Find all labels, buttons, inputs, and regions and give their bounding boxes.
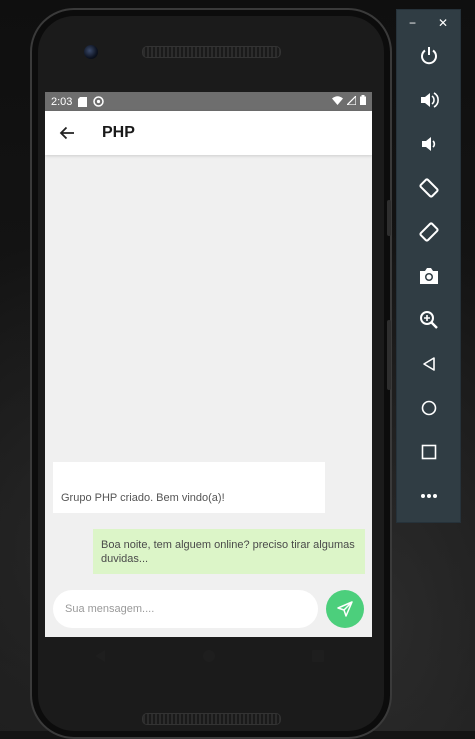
- battery-icon: [360, 95, 366, 108]
- volume-up-button[interactable]: [397, 82, 460, 118]
- rotate-left-button[interactable]: [397, 170, 460, 206]
- square-overview-icon: [311, 650, 324, 662]
- overview-icon: [421, 444, 436, 460]
- status-bar: 2:03: [45, 92, 372, 111]
- message-composer: [53, 590, 318, 628]
- message-outgoing: Boa noite, tem alguem online? preciso ti…: [93, 529, 365, 574]
- rotate-right-icon: [418, 222, 439, 242]
- rotate-left-icon: [418, 178, 439, 198]
- arrow-left-icon: [59, 126, 74, 140]
- front-camera: [84, 45, 98, 59]
- circle-home-icon: [202, 650, 215, 662]
- message-input[interactable]: [63, 602, 307, 616]
- phone-screen: 2:03 PHP Grupo PHP criado. Bem vindo(a)!…: [45, 92, 372, 637]
- home-nav-button[interactable]: [397, 390, 460, 426]
- sd-card-icon: [78, 96, 88, 107]
- overview-nav-button[interactable]: [397, 434, 460, 470]
- page-title: PHP: [102, 124, 135, 141]
- emulator-toolbar: − ✕: [396, 9, 461, 523]
- nav-home-button[interactable]: [179, 649, 239, 663]
- volume-down-button[interactable]: [397, 126, 460, 162]
- power-button[interactable]: [397, 38, 460, 74]
- home-icon: [421, 400, 436, 416]
- volume-up-icon: [420, 92, 439, 108]
- back-nav-button[interactable]: [397, 346, 460, 382]
- zoom-button[interactable]: [397, 302, 460, 338]
- nav-overview-button[interactable]: [288, 649, 348, 663]
- android-nav-bar: [45, 637, 372, 675]
- close-button[interactable]: ✕: [438, 16, 448, 36]
- nav-back-button[interactable]: [70, 649, 130, 663]
- phone-side-button: [387, 200, 391, 236]
- minimize-button[interactable]: −: [409, 16, 416, 36]
- wifi-icon: [332, 95, 343, 108]
- power-icon: [420, 47, 437, 65]
- send-icon: [337, 601, 353, 617]
- signal-icon: [345, 94, 357, 108]
- top-speaker: [142, 46, 281, 58]
- status-time: 2:03: [51, 95, 73, 108]
- screenshot-button[interactable]: [397, 258, 460, 294]
- send-button[interactable]: [326, 590, 364, 628]
- rotate-right-button[interactable]: [397, 214, 460, 250]
- camera-icon: [419, 268, 438, 284]
- triangle-back-icon: [94, 650, 105, 662]
- bottom-speaker: [142, 713, 281, 725]
- more-button[interactable]: [397, 478, 460, 514]
- zoom-icon: [419, 311, 438, 329]
- app-bar: PHP: [45, 111, 372, 155]
- phone-volume-rocker: [387, 320, 391, 390]
- sync-icon: [93, 96, 105, 107]
- message-incoming: Grupo PHP criado. Bem vindo(a)!: [53, 462, 325, 513]
- more-icon: [420, 494, 437, 498]
- volume-down-icon: [421, 137, 435, 151]
- back-button[interactable]: [45, 111, 89, 155]
- back-icon: [422, 357, 435, 371]
